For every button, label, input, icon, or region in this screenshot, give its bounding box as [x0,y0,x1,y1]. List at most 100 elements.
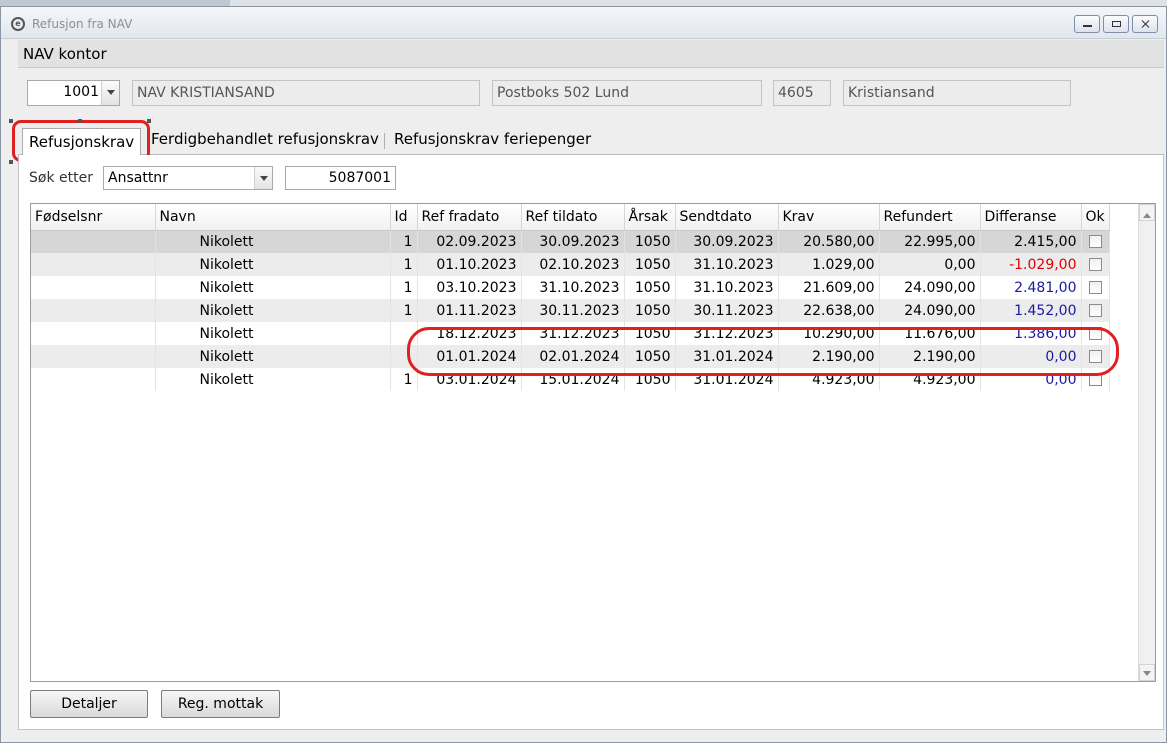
navn-cell: Nikolett [155,322,391,345]
app-icon: e [11,17,25,31]
id-cell: 1 [390,368,418,391]
table-row[interactable]: Nikolett 1 01.10.2023 02.10.2023 1050 31… [31,253,1110,276]
col-header-id[interactable]: Id [390,204,418,231]
navn-cell: Nikolett [155,299,391,322]
differanse-cell: 2.415,00 [980,230,1082,253]
col-header-differanse[interactable]: Differanse [980,204,1082,231]
ok-cell [1081,276,1110,299]
refundert-cell: 0,00 [879,253,981,276]
col-header-navn[interactable]: Navn [155,204,391,231]
fradato-cell: 03.10.2023 [417,276,522,299]
table-row[interactable]: Nikolett 1 01.11.2023 30.11.2023 1050 30… [31,299,1110,322]
sendtdato-cell: 30.09.2023 [675,230,779,253]
tab-separator [384,133,385,149]
reg-mottak-button[interactable]: Reg. mottak [161,690,280,718]
fodselsnr-cell-redacted [31,230,156,253]
fodselsnr-cell-redacted [31,322,156,345]
search-field-select[interactable]: Ansattnr [103,166,273,190]
col-header-fodselsnr[interactable]: Fødselsnr [31,204,156,231]
title-bar[interactable]: e Refusjon fra NAV [1,7,1166,39]
tildato-cell: 30.09.2023 [521,230,625,253]
id-cell: 1 [390,230,418,253]
ok-cell [1081,299,1110,322]
close-button[interactable] [1132,15,1158,33]
tab-feriepenger[interactable]: Refusjonskrav feriepenger [394,130,591,148]
scroll-down-icon[interactable] [1139,664,1155,681]
ok-checkbox[interactable] [1088,258,1102,271]
maximize-icon [1112,21,1121,27]
table-scrollbar[interactable] [1138,204,1155,681]
search-field-value: Ansattnr [108,170,168,186]
search-label: Søk etter [29,170,93,186]
krav-cell: 20.580,00 [778,230,880,253]
col-header-krav[interactable]: Krav [778,204,880,231]
minimize-button[interactable] [1074,15,1100,33]
id-cell: 1 [390,253,418,276]
arsak-cell: 1050 [624,299,676,322]
differanse-cell: 1.452,00 [980,299,1082,322]
maximize-button[interactable] [1103,15,1129,33]
office-number-select[interactable]: 1001 [27,80,120,106]
table-row[interactable]: Nikolett 1 03.10.2023 31.10.2023 1050 31… [31,276,1110,299]
differanse-cell: 2.481,00 [980,276,1082,299]
fodselsnr-cell-redacted [31,276,156,299]
col-header-sendtdato[interactable]: Sendtdato [675,204,779,231]
fradato-cell: 02.09.2023 [417,230,522,253]
navn-cell: Nikolett [155,276,391,299]
differanse-cell: -1.029,00 [980,253,1082,276]
arsak-cell: 1050 [624,276,676,299]
col-header-refundert[interactable]: Refundert [879,204,981,231]
ok-checkbox[interactable] [1088,304,1102,317]
fradato-cell: 01.11.2023 [417,299,522,322]
tildato-cell: 30.11.2023 [521,299,625,322]
details-button[interactable]: Detaljer [30,690,148,718]
selection-handle [9,160,13,164]
close-icon [1141,21,1150,27]
sendtdato-cell: 31.10.2023 [675,276,779,299]
arsak-cell: 1050 [624,253,676,276]
nav-kontor-header: NAV kontor [18,40,1164,68]
fodselsnr-cell-redacted [31,299,156,322]
chevron-down-icon[interactable] [101,81,119,105]
window-title: Refusjon fra NAV [32,17,133,31]
col-header-ref-tildato[interactable]: Ref tildato [521,204,625,231]
window-controls [1074,15,1158,33]
fodselsnr-cell-redacted [31,368,156,391]
table-row[interactable]: Nikolett 1 02.09.2023 30.09.2023 1050 30… [31,230,1110,253]
selection-handle [147,119,151,123]
tab-bar: Refusjonskrav Ferdigbehandlet refusjonsk… [18,125,1164,156]
selection-handle [78,119,82,123]
ok-checkbox[interactable] [1088,235,1102,249]
scroll-up-icon[interactable] [1139,204,1155,221]
tab-content: Søk etter Ansattnr 5087001 Fødselsnr Nav… [18,155,1164,730]
navn-cell: Nikolett [155,345,391,368]
refusjonskrav-table: Fødselsnr Navn Id Ref fradato Ref tildat… [30,203,1156,682]
nav-kontor-title: NAV kontor [23,45,107,63]
arsak-cell: 1050 [624,230,676,253]
table-header-row: Fødselsnr Navn Id Ref fradato Ref tildat… [31,204,1110,231]
ok-checkbox[interactable] [1088,281,1102,294]
col-header-ref-fradato[interactable]: Ref fradato [417,204,522,231]
selection-handle [9,119,13,123]
office-name-field: NAV KRISTIANSAND [132,80,480,106]
chevron-down-icon[interactable] [254,167,272,189]
ok-cell [1081,253,1110,276]
office-address-field: Postboks 502 Lund [492,80,762,106]
sendtdato-cell: 31.10.2023 [675,253,779,276]
city-field: Kristiansand [843,80,1071,106]
krav-cell: 22.638,00 [778,299,880,322]
search-input[interactable]: 5087001 [285,166,396,190]
refundert-cell: 24.090,00 [879,299,981,322]
minimize-icon [1083,25,1092,27]
tab-ferdigbehandlet[interactable]: Ferdigbehandlet refusjonskrav [151,130,379,148]
tildato-cell: 02.10.2023 [521,253,625,276]
krav-cell: 1.029,00 [778,253,880,276]
tildato-cell: 31.10.2023 [521,276,625,299]
refundert-cell: 24.090,00 [879,276,981,299]
fradato-cell: 01.10.2023 [417,253,522,276]
office-number-value: 1001 [63,84,99,100]
id-cell: 1 [390,276,418,299]
col-header-arsak[interactable]: Årsak [624,204,676,231]
col-header-ok[interactable]: Ok [1081,204,1110,231]
rows-highlight-annotation [407,327,1119,376]
